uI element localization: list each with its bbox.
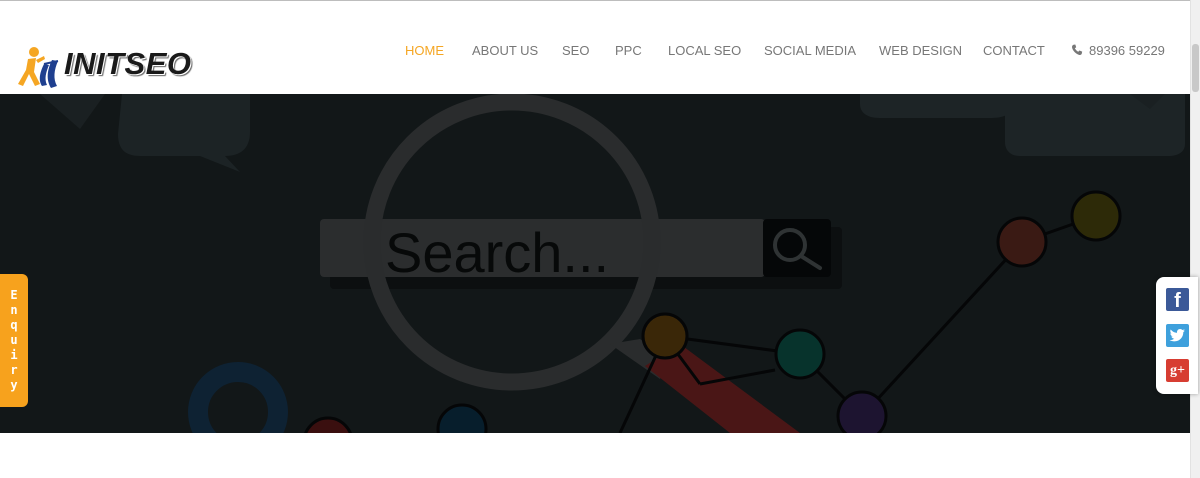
nav-home[interactable]: HOME — [405, 43, 444, 58]
nav-local-seo[interactable]: LOCAL SEO — [668, 43, 741, 58]
enquiry-letter: r — [10, 363, 18, 377]
enquiry-label: E n q u i r y — [0, 288, 28, 393]
graph-node — [1070, 190, 1122, 242]
decorative-circle — [436, 403, 488, 433]
graph-node — [836, 390, 888, 433]
search-text: Search... — [385, 221, 609, 284]
enquiry-letter: q — [10, 318, 18, 332]
phone-icon — [1072, 44, 1083, 56]
twitter-icon[interactable] — [1166, 324, 1189, 347]
decorative-ring — [188, 362, 288, 433]
graph-node — [996, 216, 1048, 268]
nav-ppc[interactable]: PPC — [615, 43, 642, 58]
facebook-icon[interactable]: f — [1166, 288, 1189, 312]
nav-seo[interactable]: SEO — [562, 43, 589, 58]
enquiry-tab[interactable]: E n q u i r y — [0, 274, 28, 407]
facebook-glyph: f — [1174, 290, 1181, 312]
scrollbar-thumb[interactable] — [1192, 44, 1199, 92]
twitter-bird-icon — [1169, 329, 1185, 342]
graph-node — [641, 312, 689, 360]
decorative-circle — [304, 416, 352, 433]
nav-web-design[interactable]: WEB DESIGN — [879, 43, 962, 58]
site-header: INITSEO HOME ABOUT US SEO PPC LOCAL SEO … — [0, 4, 1190, 94]
enquiry-letter: E — [10, 288, 18, 302]
social-share-panel: f g+ — [1156, 277, 1198, 394]
nav-contact[interactable]: CONTACT — [983, 43, 1045, 58]
speech-bubble-shape — [40, 94, 105, 129]
speech-bubble-shape — [118, 94, 250, 172]
nav-phone[interactable]: 89396 59229 — [1071, 43, 1165, 58]
google-plus-glyph: g+ — [1170, 363, 1185, 378]
enquiry-letter: i — [10, 348, 18, 362]
graph-node — [774, 328, 826, 380]
phone-number: 89396 59229 — [1089, 43, 1165, 58]
enquiry-letter: u — [10, 333, 18, 347]
main-nav: HOME ABOUT US SEO PPC LOCAL SEO SOCIAL M… — [0, 43, 1190, 63]
google-plus-icon[interactable]: g+ — [1166, 359, 1189, 382]
enquiry-letter: y — [10, 378, 18, 392]
page: INITSEO HOME ABOUT US SEO PPC LOCAL SEO … — [0, 0, 1200, 478]
enquiry-letter: n — [10, 303, 18, 317]
hero-banner: Search... — [0, 94, 1190, 433]
speech-bubble-shape — [1005, 94, 1185, 156]
hero-illustration: Search... — [40, 94, 1185, 433]
speech-bubble-shape — [860, 94, 1010, 118]
nav-about-us[interactable]: ABOUT US — [472, 43, 538, 58]
nav-social-media[interactable]: SOCIAL MEDIA — [764, 43, 856, 58]
